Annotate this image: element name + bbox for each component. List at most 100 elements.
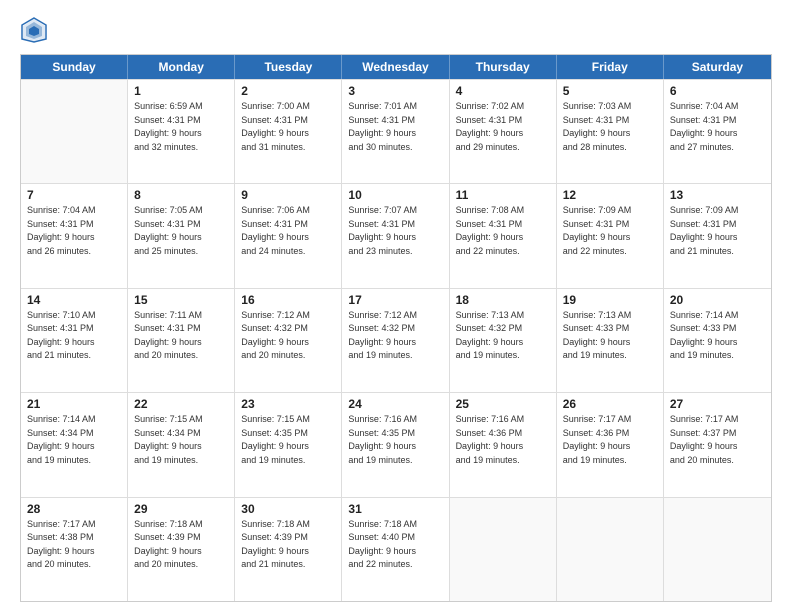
day-number: 24: [348, 397, 442, 411]
day-detail: Sunrise: 7:18 AM Sunset: 4:39 PM Dayligh…: [134, 518, 228, 572]
calendar-cell: 7 Sunrise: 7:04 AM Sunset: 4:31 PM Daylig…: [21, 184, 128, 287]
calendar-cell: 24 Sunrise: 7:16 AM Sunset: 4:35 PM Dayli…: [342, 393, 449, 496]
day-number: 14: [27, 293, 121, 307]
day-detail: Sunrise: 7:14 AM Sunset: 4:33 PM Dayligh…: [670, 309, 765, 363]
day-detail: Sunrise: 7:12 AM Sunset: 4:32 PM Dayligh…: [241, 309, 335, 363]
day-detail: Sunrise: 7:11 AM Sunset: 4:31 PM Dayligh…: [134, 309, 228, 363]
calendar-header: SundayMondayTuesdayWednesdayThursdayFrid…: [21, 55, 771, 79]
day-number: 4: [456, 84, 550, 98]
day-detail: Sunrise: 7:13 AM Sunset: 4:33 PM Dayligh…: [563, 309, 657, 363]
day-number: 19: [563, 293, 657, 307]
day-detail: Sunrise: 7:07 AM Sunset: 4:31 PM Dayligh…: [348, 204, 442, 258]
calendar-cell: 12 Sunrise: 7:09 AM Sunset: 4:31 PM Dayli…: [557, 184, 664, 287]
day-number: 16: [241, 293, 335, 307]
day-detail: Sunrise: 6:59 AM Sunset: 4:31 PM Dayligh…: [134, 100, 228, 154]
calendar-cell: [664, 498, 771, 601]
calendar-cell: 22 Sunrise: 7:15 AM Sunset: 4:34 PM Dayli…: [128, 393, 235, 496]
day-detail: Sunrise: 7:17 AM Sunset: 4:37 PM Dayligh…: [670, 413, 765, 467]
day-number: 21: [27, 397, 121, 411]
day-detail: Sunrise: 7:06 AM Sunset: 4:31 PM Dayligh…: [241, 204, 335, 258]
weekday-header: Wednesday: [342, 55, 449, 79]
calendar-body: 1 Sunrise: 6:59 AM Sunset: 4:31 PM Daylig…: [21, 79, 771, 601]
day-detail: Sunrise: 7:09 AM Sunset: 4:31 PM Dayligh…: [563, 204, 657, 258]
weekday-header: Saturday: [664, 55, 771, 79]
day-number: 27: [670, 397, 765, 411]
day-detail: Sunrise: 7:09 AM Sunset: 4:31 PM Dayligh…: [670, 204, 765, 258]
day-number: 10: [348, 188, 442, 202]
day-number: 29: [134, 502, 228, 516]
calendar-cell: 18 Sunrise: 7:13 AM Sunset: 4:32 PM Dayli…: [450, 289, 557, 392]
day-number: 5: [563, 84, 657, 98]
weekday-header: Monday: [128, 55, 235, 79]
day-detail: Sunrise: 7:08 AM Sunset: 4:31 PM Dayligh…: [456, 204, 550, 258]
calendar-cell: 26 Sunrise: 7:17 AM Sunset: 4:36 PM Dayli…: [557, 393, 664, 496]
calendar-cell: 19 Sunrise: 7:13 AM Sunset: 4:33 PM Dayli…: [557, 289, 664, 392]
day-detail: Sunrise: 7:14 AM Sunset: 4:34 PM Dayligh…: [27, 413, 121, 467]
calendar-cell: 17Sunrise: 7:12 AM Sunset: 4:32 PM Dayli…: [342, 289, 449, 392]
day-number: 25: [456, 397, 550, 411]
calendar-cell: 29 Sunrise: 7:18 AM Sunset: 4:39 PM Dayli…: [128, 498, 235, 601]
day-detail: Sunrise: 7:18 AM Sunset: 4:39 PM Dayligh…: [241, 518, 335, 572]
day-number: 7: [27, 188, 121, 202]
day-detail: Sunrise: 7:04 AM Sunset: 4:31 PM Dayligh…: [27, 204, 121, 258]
day-number: 15: [134, 293, 228, 307]
day-number: 18: [456, 293, 550, 307]
day-number: 11: [456, 188, 550, 202]
calendar: SundayMondayTuesdayWednesdayThursdayFrid…: [20, 54, 772, 602]
calendar-cell: 6 Sunrise: 7:04 AM Sunset: 4:31 PM Daylig…: [664, 80, 771, 183]
calendar-page: SundayMondayTuesdayWednesdayThursdayFrid…: [0, 0, 792, 612]
calendar-cell: 25 Sunrise: 7:16 AM Sunset: 4:36 PM Dayli…: [450, 393, 557, 496]
calendar-cell: 20 Sunrise: 7:14 AM Sunset: 4:33 PM Dayli…: [664, 289, 771, 392]
day-number: 26: [563, 397, 657, 411]
day-detail: Sunrise: 7:02 AM Sunset: 4:31 PM Dayligh…: [456, 100, 550, 154]
day-detail: Sunrise: 7:17 AM Sunset: 4:36 PM Dayligh…: [563, 413, 657, 467]
calendar-cell: 30 Sunrise: 7:18 AM Sunset: 4:39 PM Dayli…: [235, 498, 342, 601]
calendar-cell: 10 Sunrise: 7:07 AM Sunset: 4:31 PM Dayli…: [342, 184, 449, 287]
calendar-cell: 31 Sunrise: 7:18 AM Sunset: 4:40 PM Dayli…: [342, 498, 449, 601]
day-detail: Sunrise: 7:03 AM Sunset: 4:31 PM Dayligh…: [563, 100, 657, 154]
day-detail: Sunrise: 7:16 AM Sunset: 4:36 PM Dayligh…: [456, 413, 550, 467]
day-detail: Sunrise: 7:13 AM Sunset: 4:32 PM Dayligh…: [456, 309, 550, 363]
day-number: 3: [348, 84, 442, 98]
day-number: 22: [134, 397, 228, 411]
calendar-cell: 23Sunrise: 7:15 AM Sunset: 4:35 PM Dayli…: [235, 393, 342, 496]
calendar-cell: 14 Sunrise: 7:10 AM Sunset: 4:31 PM Dayli…: [21, 289, 128, 392]
day-number: 1: [134, 84, 228, 98]
day-detail: Sunrise: 7:16 AM Sunset: 4:35 PM Dayligh…: [348, 413, 442, 467]
day-number: 12: [563, 188, 657, 202]
weekday-header: Sunday: [21, 55, 128, 79]
day-detail: Sunrise: 7:18 AM Sunset: 4:40 PM Dayligh…: [348, 518, 442, 572]
weekday-header: Thursday: [450, 55, 557, 79]
day-detail: Sunrise: 7:15 AM Sunset: 4:34 PM Dayligh…: [134, 413, 228, 467]
day-number: 20: [670, 293, 765, 307]
day-number: 6: [670, 84, 765, 98]
day-detail: Sunrise: 7:05 AM Sunset: 4:31 PM Dayligh…: [134, 204, 228, 258]
weekday-header: Tuesday: [235, 55, 342, 79]
calendar-cell: 4 Sunrise: 7:02 AM Sunset: 4:31 PM Daylig…: [450, 80, 557, 183]
calendar-cell: 5 Sunrise: 7:03 AM Sunset: 4:31 PM Daylig…: [557, 80, 664, 183]
calendar-cell: 11 Sunrise: 7:08 AM Sunset: 4:31 PM Dayli…: [450, 184, 557, 287]
calendar-cell: [450, 498, 557, 601]
calendar-cell: 15 Sunrise: 7:11 AM Sunset: 4:31 PM Dayli…: [128, 289, 235, 392]
calendar-cell: [557, 498, 664, 601]
day-detail: Sunrise: 7:04 AM Sunset: 4:31 PM Dayligh…: [670, 100, 765, 154]
day-number: 28: [27, 502, 121, 516]
day-detail: Sunrise: 7:01 AM Sunset: 4:31 PM Dayligh…: [348, 100, 442, 154]
day-number: 13: [670, 188, 765, 202]
weekday-header: Friday: [557, 55, 664, 79]
day-detail: Sunrise: 7:00 AM Sunset: 4:31 PM Dayligh…: [241, 100, 335, 154]
calendar-row: 7 Sunrise: 7:04 AM Sunset: 4:31 PM Daylig…: [21, 183, 771, 287]
calendar-cell: 27 Sunrise: 7:17 AM Sunset: 4:37 PM Dayli…: [664, 393, 771, 496]
day-number: 17: [348, 293, 442, 307]
day-number: 30: [241, 502, 335, 516]
calendar-row: 21 Sunrise: 7:14 AM Sunset: 4:34 PM Dayli…: [21, 392, 771, 496]
calendar-cell: 1 Sunrise: 6:59 AM Sunset: 4:31 PM Daylig…: [128, 80, 235, 183]
day-detail: Sunrise: 7:15 AM Sunset: 4:35 PM Dayligh…: [241, 413, 335, 467]
calendar-cell: 3 Sunrise: 7:01 AM Sunset: 4:31 PM Daylig…: [342, 80, 449, 183]
day-detail: Sunrise: 7:17 AM Sunset: 4:38 PM Dayligh…: [27, 518, 121, 572]
day-number: 31: [348, 502, 442, 516]
day-number: 2: [241, 84, 335, 98]
calendar-cell: 9Sunrise: 7:06 AM Sunset: 4:31 PM Daylig…: [235, 184, 342, 287]
day-number: 8: [134, 188, 228, 202]
day-detail: Sunrise: 7:10 AM Sunset: 4:31 PM Dayligh…: [27, 309, 121, 363]
